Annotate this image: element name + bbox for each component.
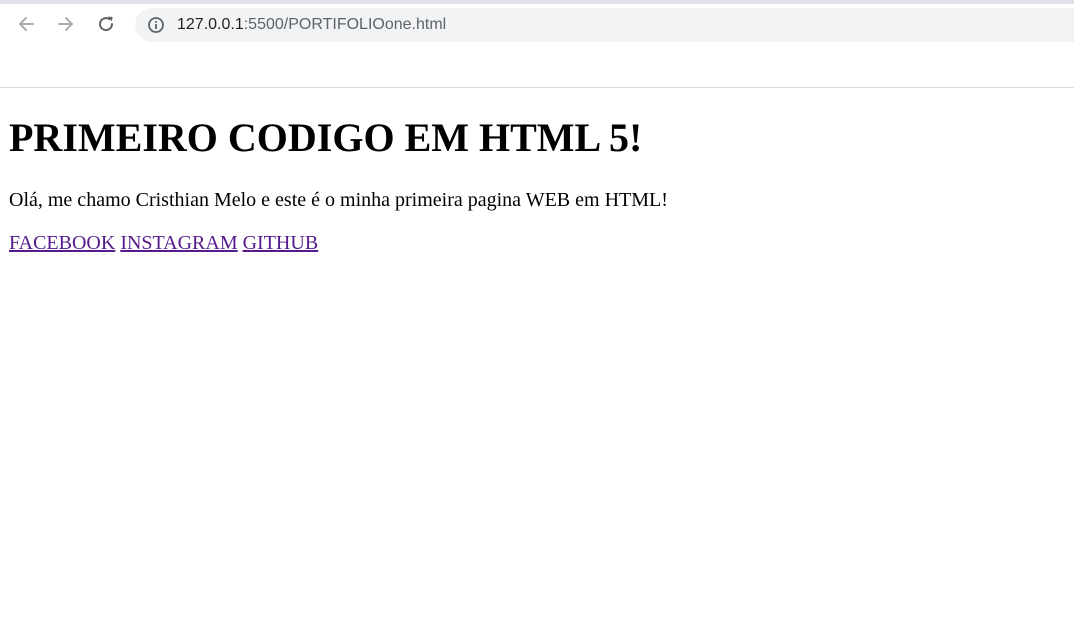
- arrow-right-icon: [56, 14, 76, 34]
- github-link[interactable]: GITHUB: [243, 232, 319, 254]
- url-path: :5500/PORTIFOLIOone.html: [243, 16, 447, 33]
- url-host: 127.0.0.1: [177, 16, 244, 33]
- tab-strip: [0, 0, 1074, 4]
- url-text[interactable]: 127.0.0.1:5500/PORTIFOLIOone.html: [177, 16, 446, 34]
- social-links: FACEBOOK INSTAGRAM GITHUB: [9, 231, 323, 255]
- arrow-left-icon: [16, 14, 36, 34]
- reload-icon: [96, 14, 116, 34]
- reload-button[interactable]: [92, 10, 120, 38]
- forward-button[interactable]: [52, 10, 80, 38]
- back-button[interactable]: [12, 10, 40, 38]
- page-content: PRIMEIRO CODIGO EM HTML 5! Olá, me chamo…: [0, 88, 1074, 644]
- facebook-link[interactable]: FACEBOOK: [9, 232, 115, 254]
- instagram-link[interactable]: INSTAGRAM: [120, 232, 237, 254]
- page-title: PRIMEIRO CODIGO EM HTML 5!: [9, 115, 643, 160]
- info-icon[interactable]: [147, 16, 165, 34]
- intro-paragraph: Olá, me chamo Cristhian Melo e este é o …: [9, 189, 668, 211]
- browser-toolbar: 127.0.0.1:5500/PORTIFOLIOone.html: [0, 0, 1074, 88]
- address-bar[interactable]: 127.0.0.1:5500/PORTIFOLIOone.html: [135, 8, 1074, 42]
